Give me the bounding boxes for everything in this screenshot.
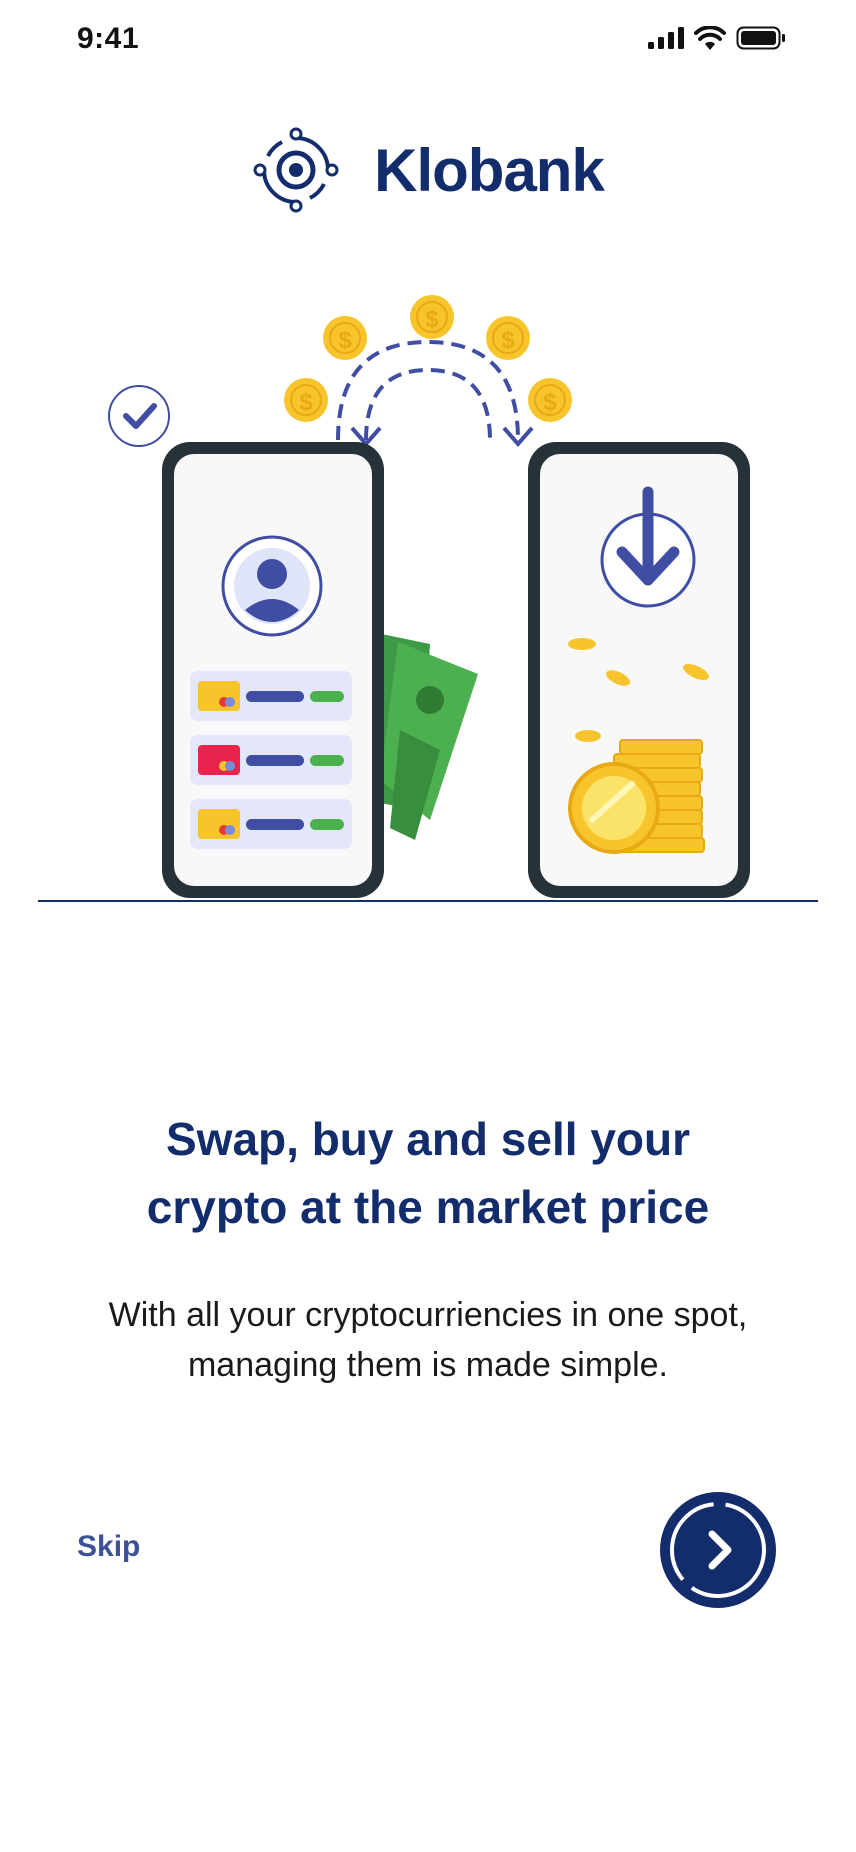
headline-line: Swap, buy and sell your [165, 1113, 690, 1165]
card-row [190, 671, 352, 721]
phone-left [162, 442, 384, 898]
check-badge-icon [108, 385, 170, 447]
svg-text:$: $ [299, 389, 313, 416]
subtitle-line: With all your cryptocurriencies in one s… [108, 1296, 748, 1334]
brand-header: Klobank [0, 120, 856, 220]
chevron-right-icon [660, 1492, 776, 1608]
signal-icon [648, 27, 684, 49]
status-bar: 9:41 [0, 0, 856, 80]
coin-icon: $ [486, 316, 530, 360]
svg-text:$: $ [543, 389, 557, 416]
next-button[interactable] [658, 1490, 778, 1610]
card-row [190, 799, 352, 849]
battery-icon [736, 26, 785, 50]
skip-button[interactable]: Skip [77, 1530, 140, 1564]
swap-arrows-icon [336, 339, 520, 441]
coin-arc: $ $ $ $ $ [284, 295, 572, 422]
brand-name: Klobank [374, 136, 605, 204]
svg-text:$: $ [338, 327, 352, 354]
wifi-icon [694, 26, 726, 50]
onboarding-illustration: $ $ $ $ $ [38, 295, 818, 902]
svg-text:$: $ [501, 327, 515, 354]
headline-line: crypto at the market price [146, 1181, 710, 1233]
subtitle-line: managing them is made simple. [187, 1346, 668, 1384]
coin-icon: $ [323, 316, 367, 360]
svg-text:$: $ [425, 306, 439, 333]
onboarding-subtitle: With all your cryptocurriencies in one s… [60, 1290, 796, 1390]
coin-icon: $ [410, 295, 454, 339]
orbit-logo-icon [253, 127, 339, 213]
coin-icon: $ [528, 378, 572, 422]
card-row [190, 735, 352, 785]
onboarding-headline: Swap, buy and sell your crypto at the ma… [60, 1105, 796, 1241]
user-avatar-icon [221, 535, 323, 637]
coin-icon: $ [284, 378, 328, 422]
status-icons [648, 26, 786, 50]
phone-right [528, 442, 750, 898]
status-time: 9:41 [77, 22, 140, 55]
